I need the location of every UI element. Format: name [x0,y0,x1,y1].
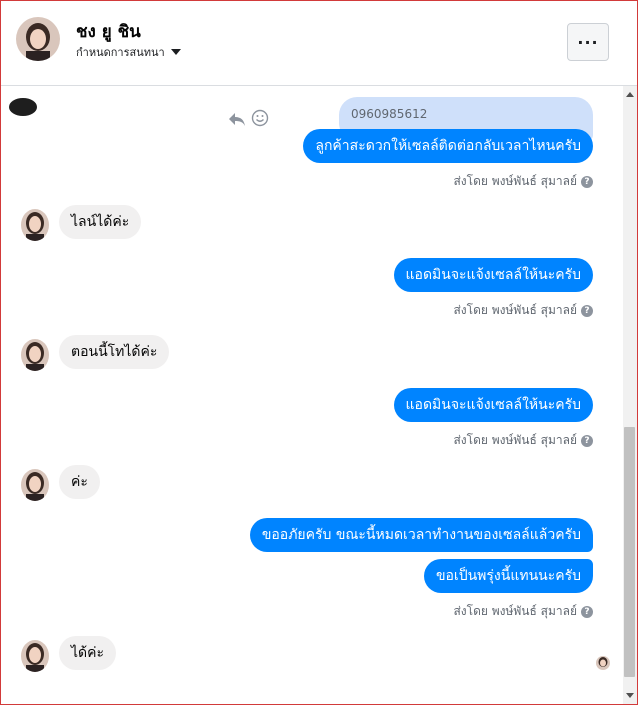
question-circle-icon[interactable]: ? [581,605,593,618]
question-circle-icon[interactable]: ? [581,175,593,188]
outgoing-message[interactable]: ขอเป็นพรุ่งนี้แทนนะครับ [423,559,593,593]
smile-icon[interactable] [251,109,269,127]
outgoing-message[interactable]: แอดมินจะแจ้งเซลล์ให้นะครับ [393,258,593,292]
chat-window: ชง ยู ชิน กำหนดการสนทนา ··· 0960985612 ล… [0,0,638,705]
scrollbar[interactable] [623,86,637,704]
scroll-up-arrow-icon[interactable] [626,92,634,97]
sent-by-text: ส่งโดย พงษ์พันธ์ สุมาลย์ [453,303,577,317]
scroll-down-arrow-icon[interactable] [626,693,634,698]
conversation-header: ชง ยู ชิน กำหนดการสนทนา ··· [1,1,637,86]
message-text: ขอเป็นพรุ่งนี้แทนนะครับ [435,568,581,584]
sent-by-text: ส่งโดย พงษ์พันธ์ สุมาลย์ [453,604,577,618]
message-text: แอดมินจะแจ้งเซลล์ให้นะครับ [405,267,581,283]
contact-avatar[interactable] [16,17,60,61]
incoming-message[interactable]: ได้ค่ะ [59,636,117,670]
message-text: ได้ค่ะ [71,645,105,661]
contact-avatar-small[interactable] [21,469,49,501]
more-dots-icon: ··· [577,32,599,52]
message-text: แอดมินจะแจ้งเซลล์ให้นะครับ [405,397,581,413]
read-receipt-avatar [596,656,610,670]
outgoing-message[interactable]: ลูกค้าสะดวกให้เซลล์ติดต่อกลับเวลาไหนครับ [303,129,593,163]
sent-by-label: ส่งโดย พงษ์พันธ์ สุมาลย์ ? [453,431,593,450]
message-text: ค่ะ [71,474,88,490]
message-text: ไลน์ได้ค่ะ [71,214,130,230]
sent-by-label: ส่งโดย พงษ์พันธ์ สุมาลย์ ? [453,172,593,191]
message-text: ลูกค้าสะดวกให้เซลล์ติดต่อกลับเวลาไหนครับ [315,138,581,154]
caret-down-icon [170,49,181,55]
question-circle-icon[interactable]: ? [581,434,593,447]
contact-name[interactable]: ชง ยู ชิน [76,18,141,45]
incoming-message[interactable]: ตอนนี้โทได้ค่ะ [59,335,170,369]
incoming-message[interactable]: ค่ะ [59,465,100,499]
conversation-settings-label: กำหนดการสนทนา [76,46,165,59]
page-logo [9,98,37,116]
reply-icon[interactable] [227,109,247,129]
sent-by-text: ส่งโดย พงษ์พันธ์ สุมาลย์ [453,174,577,188]
contact-avatar-small[interactable] [21,339,49,371]
message-text: ตอนนี้โทได้ค่ะ [71,344,158,360]
outgoing-message[interactable]: ขออภัยครับ ขณะนี้หมดเวลาทำงานของเซลล์แล้… [249,518,593,552]
message-text: ขออภัยครับ ขณะนี้หมดเวลาทำงานของเซลล์แล้… [261,527,581,543]
contact-avatar-small[interactable] [21,209,49,241]
contact-avatar-small[interactable] [21,640,49,672]
incoming-message[interactable]: ไลน์ได้ค่ะ [59,205,142,239]
outgoing-message[interactable]: แอดมินจะแจ้งเซลล์ให้นะครับ [393,388,593,422]
scrollbar-thumb[interactable] [624,427,635,677]
sent-by-label: ส่งโดย พงษ์พันธ์ สุมาลย์ ? [453,602,593,621]
conversation-settings-dropdown[interactable]: กำหนดการสนทนา [76,43,181,61]
question-circle-icon[interactable]: ? [581,304,593,317]
sent-by-label: ส่งโดย พงษ์พันธ์ สุมาลย์ ? [453,301,593,320]
reply-preview-text: 0960985612 [351,107,428,121]
more-options-button[interactable]: ··· [567,23,609,61]
sent-by-text: ส่งโดย พงษ์พันธ์ สุมาลย์ [453,433,577,447]
